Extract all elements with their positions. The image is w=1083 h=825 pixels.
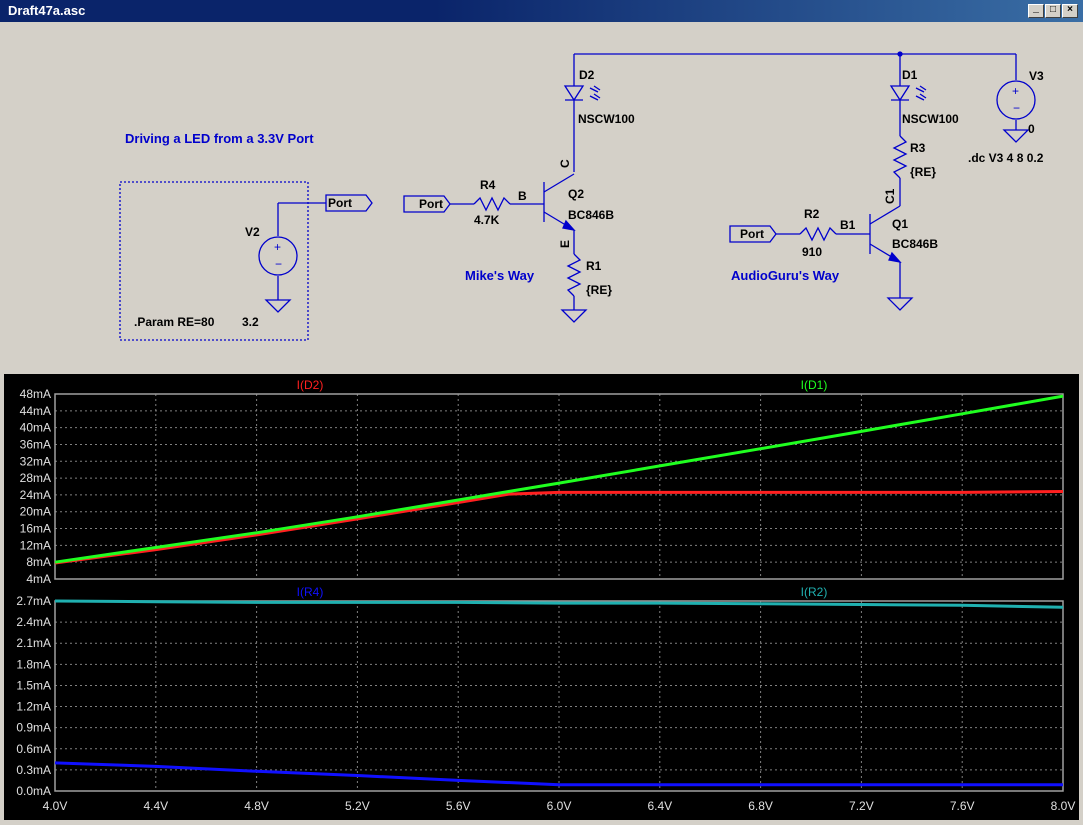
x-tick-label: 6.8V [748, 799, 773, 813]
x-tick-label: 4.8V [244, 799, 269, 813]
minimize-button[interactable]: _ [1028, 4, 1044, 18]
d1-label[interactable]: D1 [902, 68, 918, 82]
audioguru-way-label[interactable]: AudioGuru's Way [731, 268, 840, 283]
r2-value[interactable]: 910 [802, 245, 822, 259]
r4-label[interactable]: R4 [480, 178, 496, 192]
y-tick-label: 24mA [20, 488, 51, 502]
x-tick-label: 7.2V [849, 799, 874, 813]
y-tick-label: 1.8mA [16, 657, 51, 671]
x-tick-label: 6.0V [547, 799, 572, 813]
y-tick-label: 1.2mA [16, 700, 51, 714]
y-tick-label: 28mA [20, 471, 51, 485]
y-tick-label: 0.6mA [16, 742, 51, 756]
v3-minus: − [1013, 101, 1020, 115]
v3-label[interactable]: V3 [1029, 69, 1044, 83]
param-directive[interactable]: .Param RE=80 [134, 315, 215, 329]
trace-label-id2[interactable]: I(D2) [297, 378, 324, 392]
x-tick-label: 5.2V [345, 799, 370, 813]
window-title: Draft47a.asc [8, 3, 86, 18]
y-tick-label: 48mA [20, 387, 51, 401]
y-tick-label: 36mA [20, 437, 51, 451]
v2-plus: + [274, 240, 281, 254]
q1-label[interactable]: Q1 [892, 217, 908, 231]
x-tick-label: 8.0V [1051, 799, 1076, 813]
v2-minus: − [275, 257, 282, 271]
y-tick-label: 32mA [20, 454, 51, 468]
r2-label[interactable]: R2 [804, 207, 820, 221]
q1-model[interactable]: BC846B [892, 237, 938, 251]
x-tick-label: 6.4V [647, 799, 672, 813]
x-tick-label: 4.4V [143, 799, 168, 813]
q2-model[interactable]: BC846B [568, 208, 614, 222]
x-tick-label: 4.0V [43, 799, 68, 813]
trace-label-ir2[interactable]: I(R2) [801, 585, 828, 599]
port-flag-label-q1[interactable]: Port [740, 227, 764, 241]
r3-label[interactable]: R3 [910, 141, 926, 155]
schematic-heading[interactable]: Driving a LED from a 3.3V Port [125, 131, 314, 146]
d2-model[interactable]: NSCW100 [578, 112, 635, 126]
y-tick-label: 0.9mA [16, 721, 51, 735]
x-axis-ticks: 4.0V 4.4V 4.8V 5.2V 5.6V 6.0V 6.4V 6.8V 7.2V 7.6V… [43, 799, 1076, 813]
window-titlebar[interactable]: Draft47a.asc _ □ × [0, 0, 1083, 22]
v3-plus: + [1012, 84, 1019, 98]
node-c1-label: C1 [883, 188, 897, 204]
schematic-pane[interactable]: + − + − D2 NSCW100 D1 NSCW100 V3 0 .dc V… [4, 22, 1079, 370]
r4-value[interactable]: 4.7K [474, 213, 500, 227]
y-tick-label: 2.4mA [16, 615, 51, 629]
maximize-button[interactable]: □ [1045, 4, 1061, 18]
pane1-y-ticks: 48mA 44mA 40mA 36mA 32mA 28mA 24mA 20mA 16mA 12mA… [20, 387, 51, 586]
trace-label-id1[interactable]: I(D1) [801, 378, 828, 392]
v2-label[interactable]: V2 [245, 225, 260, 239]
node-b1-label: B1 [840, 218, 856, 232]
mikes-way-label[interactable]: Mike's Way [465, 268, 535, 283]
param-value: 3.2 [242, 315, 259, 329]
r1-value[interactable]: {RE} [586, 283, 612, 297]
trace-id2[interactable] [54, 490, 1064, 565]
d2-label[interactable]: D2 [579, 68, 595, 82]
y-tick-label: 4mA [26, 572, 51, 586]
waveform-canvas[interactable]: 48mA 44mA 40mA 36mA 32mA 28mA 24mA 20mA 16mA 12mA… [4, 374, 1079, 820]
x-tick-label: 7.6V [950, 799, 975, 813]
port-flag-label-q2[interactable]: Port [419, 197, 443, 211]
port-flag-label-v2[interactable]: Port [328, 196, 352, 210]
x-tick-label: 5.6V [446, 799, 471, 813]
y-tick-label: 40mA [20, 421, 51, 435]
node-e-label: E [558, 240, 572, 248]
pane2-y-ticks: 2.7mA 2.4mA 2.1mA 1.8mA 1.5mA 1.2mA 0.9mA 0.6mA… [16, 594, 51, 798]
y-tick-label: 0.0mA [16, 784, 51, 798]
q2-label[interactable]: Q2 [568, 187, 584, 201]
y-tick-label: 44mA [20, 404, 51, 418]
y-tick-label: 12mA [20, 538, 51, 552]
y-tick-label: 20mA [20, 505, 51, 519]
pane2-grid [55, 601, 1063, 791]
v3-ground-label: 0 [1028, 122, 1035, 136]
r3-value[interactable]: {RE} [910, 165, 936, 179]
schematic-canvas[interactable]: + − + − D2 NSCW100 D1 NSCW100 V3 0 .dc V… [4, 22, 1079, 370]
r1-label[interactable]: R1 [586, 259, 602, 273]
dc-command[interactable]: .dc V3 4 8 0.2 [968, 151, 1044, 165]
y-tick-label: 1.5mA [16, 678, 51, 692]
node-b-label: B [518, 189, 527, 203]
y-tick-label: 0.3mA [16, 763, 51, 777]
d1-model[interactable]: NSCW100 [902, 112, 959, 126]
trace-label-ir4[interactable]: I(R4) [297, 585, 324, 599]
node-c-label: C [558, 159, 572, 168]
y-tick-label: 16mA [20, 522, 51, 536]
y-tick-label: 8mA [26, 555, 51, 569]
close-button[interactable]: × [1062, 4, 1078, 18]
y-tick-label: 2.7mA [16, 594, 51, 608]
y-tick-label: 2.1mA [16, 636, 51, 650]
waveform-viewer[interactable]: 48mA 44mA 40mA 36mA 32mA 28mA 24mA 20mA 16mA 12mA… [4, 374, 1079, 820]
